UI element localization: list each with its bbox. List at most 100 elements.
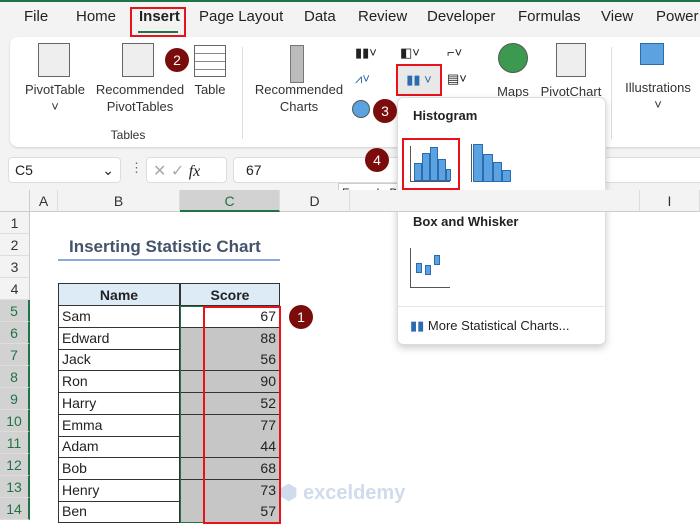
- row-header-2[interactable]: 2: [0, 234, 30, 256]
- cancel-icon[interactable]: ✕: [153, 163, 166, 180]
- name-cell[interactable]: Ron: [58, 371, 180, 394]
- menu-tab-formulas[interactable]: Formulas: [518, 8, 581, 25]
- row-header-8[interactable]: 8: [0, 366, 30, 388]
- table-header-score: Score: [180, 283, 280, 306]
- enter-icon[interactable]: ✓: [171, 163, 184, 180]
- table-header-name: Name: [58, 283, 180, 306]
- histogram-icon: [410, 146, 451, 182]
- name-cell[interactable]: Harry: [58, 392, 180, 415]
- row-header-4[interactable]: 4: [0, 278, 30, 300]
- row-header-7[interactable]: 7: [0, 344, 30, 366]
- step-badge-4: 4: [365, 148, 389, 172]
- divider: [398, 306, 607, 307]
- active-tab-underline: [138, 31, 178, 33]
- line-chart-icon[interactable]: ⩘˅: [355, 71, 385, 89]
- more-icon: ⋮: [130, 160, 143, 175]
- step-badge-3: 3: [373, 99, 397, 123]
- title-bar-edge: [0, 0, 700, 2]
- pareto-option[interactable]: [471, 144, 513, 182]
- row-header-14[interactable]: 14: [0, 498, 30, 520]
- row-header-10[interactable]: 10: [0, 410, 30, 432]
- column-chart-icon[interactable]: ▮▮˅: [355, 45, 377, 63]
- step-badge-1: 1: [289, 305, 313, 329]
- menu-tab-developer[interactable]: Developer: [427, 8, 495, 25]
- column-header-gap: [350, 190, 640, 212]
- menu-tab-file[interactable]: File: [24, 8, 48, 25]
- label: Illustrations: [625, 80, 691, 95]
- chevron-down-icon: ⌄: [102, 162, 114, 178]
- name-cell[interactable]: Henry: [58, 479, 180, 502]
- name-cell[interactable]: Emma: [58, 414, 180, 437]
- label: PivotTables: [106, 99, 174, 114]
- formula-buttons: ✕ ✓ fx: [146, 157, 227, 183]
- column-header-D[interactable]: D: [280, 190, 350, 212]
- more-label: More Statistical Charts...: [427, 318, 570, 333]
- histogram-heading: Histogram: [413, 108, 478, 123]
- watermark-logo: ⬢ exceldemy: [280, 482, 406, 504]
- column-header-A[interactable]: A: [30, 190, 58, 212]
- name-box-value: C5: [15, 162, 33, 178]
- table-icon: [194, 45, 226, 77]
- menu-tab-home[interactable]: Home: [76, 8, 116, 25]
- name-box[interactable]: C5 ⌄: [8, 157, 121, 183]
- name-cell[interactable]: Bob: [58, 457, 180, 480]
- name-cell[interactable]: Ben: [58, 501, 180, 524]
- name-cell[interactable]: Sam: [58, 306, 180, 328]
- fx-icon[interactable]: fx: [189, 163, 201, 180]
- row-header-13[interactable]: 13: [0, 476, 30, 498]
- waterfall-chart-icon[interactable]: ⌐˅: [447, 45, 477, 63]
- box-whisker-option[interactable]: [410, 248, 450, 288]
- pivottable-icon: [38, 43, 70, 77]
- recommended-pivottables-button[interactable]: Recommended PivotTables: [90, 81, 190, 115]
- select-all-button[interactable]: [0, 190, 30, 212]
- menu-tab-view[interactable]: View: [601, 8, 633, 25]
- recommended-charts-button[interactable]: Recommended Charts: [250, 81, 348, 115]
- recommended-pivottables-icon: [122, 43, 154, 77]
- row-header-11[interactable]: 11: [0, 432, 30, 454]
- row-header-3[interactable]: 3: [0, 256, 30, 278]
- column-header-B[interactable]: B: [58, 190, 180, 212]
- combo-chart-icon[interactable]: ▤˅: [447, 71, 477, 89]
- menu-tab-insert[interactable]: Insert: [139, 8, 180, 25]
- menu-tab-page-layout[interactable]: Page Layout: [199, 8, 283, 25]
- sheet-title: Inserting Statistic Chart: [69, 237, 261, 256]
- pie-chart-icon[interactable]: [352, 100, 370, 118]
- column-header-I[interactable]: I: [640, 190, 700, 212]
- label: Recommended: [95, 82, 185, 97]
- pivottable-label: PivotTable: [25, 82, 85, 97]
- column-header-C[interactable]: C: [180, 190, 280, 212]
- step-badge-2: 2: [165, 48, 189, 72]
- histogram-option[interactable]: [402, 138, 460, 190]
- pivotchart-icon: [556, 43, 586, 77]
- row-header-5[interactable]: 5: [0, 300, 30, 322]
- label: Charts: [279, 99, 319, 114]
- name-cell[interactable]: Jack: [58, 349, 180, 372]
- formula-value: 67: [246, 162, 262, 178]
- statistic-chart-dropdown: Histogram Box and Whisker ▮▮ More Statis…: [397, 97, 607, 345]
- illustrations-icon: [640, 43, 664, 65]
- row-header-9[interactable]: 9: [0, 388, 30, 410]
- group-label-tables: Tables: [110, 128, 146, 142]
- row-header-6[interactable]: 6: [0, 322, 30, 344]
- title-underline: [58, 259, 280, 261]
- menu-tab-review[interactable]: Review: [358, 8, 407, 25]
- menu-tab-power[interactable]: Power: [656, 8, 699, 25]
- statistic-chart-button[interactable]: ▮▮ ˅: [396, 64, 442, 96]
- hierarchy-chart-icon[interactable]: ◧˅: [400, 45, 430, 63]
- name-cell[interactable]: Adam: [58, 436, 180, 459]
- divider: [242, 47, 243, 139]
- pivottable-button[interactable]: PivotTable ˅: [22, 81, 88, 115]
- selection-highlight: [203, 306, 281, 524]
- more-statistical-charts-link[interactable]: ▮▮ More Statistical Charts...: [410, 318, 600, 338]
- statistic-chart-icon: ▮▮: [410, 318, 428, 333]
- table-button[interactable]: Table: [190, 81, 230, 98]
- box-whisker-heading: Box and Whisker: [413, 214, 519, 229]
- label: Recommended: [254, 82, 344, 97]
- menu-tab-data[interactable]: Data: [304, 8, 336, 25]
- divider: [611, 47, 612, 139]
- row-header-12[interactable]: 12: [0, 454, 30, 476]
- name-cell[interactable]: Edward: [58, 327, 180, 350]
- row-header-1[interactable]: 1: [0, 212, 30, 234]
- maps-icon: [498, 43, 528, 73]
- illustrations-button[interactable]: Illustrations ˅: [618, 79, 698, 113]
